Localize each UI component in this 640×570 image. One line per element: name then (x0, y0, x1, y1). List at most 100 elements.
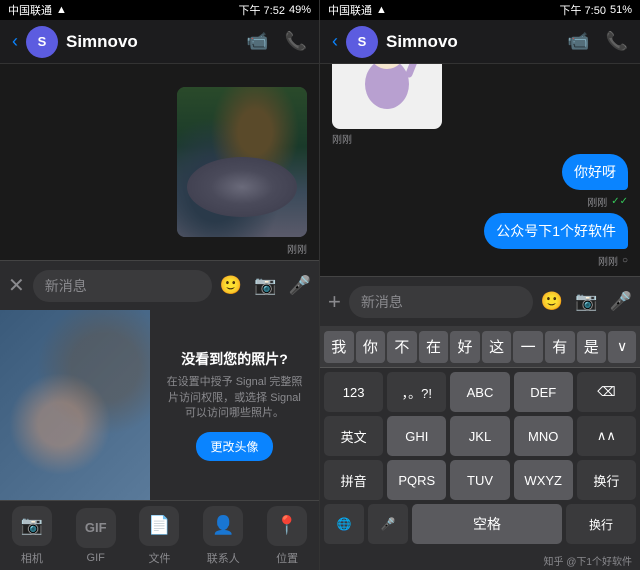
bubble-container: 你好呀 刚刚 ✓✓ 公众号下1个好软件 刚刚 ○ (332, 154, 628, 268)
location-label: 位置 (276, 550, 298, 566)
kb-key-english[interactable]: 英文 (324, 416, 383, 456)
kb-footer-text: 知乎 @下1个好软件 (544, 553, 633, 568)
kb-key-123[interactable]: 123 (324, 372, 383, 412)
quick-word-5[interactable]: 这 (482, 331, 512, 363)
left-mic-icon[interactable]: 🎤 (289, 275, 311, 296)
left-input-placeholder: 新消息 (45, 276, 87, 296)
quick-word-more[interactable]: ∨ (608, 331, 636, 363)
right-video-icon[interactable]: 📹 (567, 31, 589, 52)
kb-key-def[interactable]: DEF (514, 372, 573, 412)
no-photo-button[interactable]: 更改头像 (196, 432, 272, 461)
right-input-placeholder: 新消息 (361, 292, 403, 312)
quick-word-1[interactable]: 你 (356, 331, 386, 363)
right-status-bar: 中国联通 ▲ 下午 7:50 51% (320, 0, 640, 20)
no-photo-title: 没看到您的照片? (181, 349, 288, 369)
quick-word-8[interactable]: 是 (577, 331, 607, 363)
left-status-left: 中国联通 ▲ (8, 2, 67, 18)
bubble-1-ticks: ✓✓ (611, 196, 628, 207)
right-mic-icon[interactable]: 🎤 (610, 291, 632, 312)
left-camera-icon[interactable]: 📷 (254, 275, 276, 296)
right-nav-bar: ‹ S Simnovo 📹 📞 (320, 20, 640, 64)
left-sticker-icon[interactable]: 🙂 (220, 275, 242, 296)
contact-icon: 👤 (203, 506, 243, 546)
location-icon: 📍 (267, 506, 307, 546)
right-avatar: S (346, 26, 378, 58)
right-status-right: 下午 7:50 51% (560, 2, 633, 18)
media-gif[interactable]: GIF GIF (76, 508, 116, 564)
quick-word-0[interactable]: 我 (324, 331, 354, 363)
left-input-bar: ✕ 新消息 🙂 📷 🎤 (0, 260, 319, 310)
left-video-icon[interactable]: 📹 (246, 31, 268, 52)
right-status-left: 中国联通 ▲ (328, 2, 387, 18)
kb-key-abc[interactable]: ABC (450, 372, 509, 412)
left-chat-area: 刚刚 (0, 64, 319, 260)
quick-words-row: 我 你 不 在 好 这 一 有 是 ∨ (320, 326, 640, 368)
right-input-bar: + 新消息 🙂 📷 🎤 (320, 276, 640, 326)
right-chat-area: 刚刚 你好呀 刚刚 ✓✓ 公众号下1个好软件 刚刚 ○ (320, 64, 640, 276)
left-back-button[interactable]: ‹ (12, 31, 18, 52)
kb-key-delete[interactable]: ⌫ (577, 372, 636, 412)
kb-key-wxyz[interactable]: WXYZ (514, 460, 573, 500)
kb-key-jkl[interactable]: JKL (450, 416, 509, 456)
camera-icon: 📷 (12, 506, 52, 546)
kb-return-button[interactable]: 换行 (566, 504, 636, 544)
kb-row-3: 拼音 PQRS TUV WXYZ 换行 (324, 460, 636, 500)
kb-key-pinyin[interactable]: 拼音 (324, 460, 383, 500)
kb-footer: 知乎 @下1个好软件 (320, 550, 640, 570)
sticker-row: 刚刚 (332, 64, 628, 146)
contact-label: 联系人 (207, 550, 240, 566)
left-nav-bar: ‹ S Simnovo 📹 📞 (0, 20, 319, 64)
kb-row-2: 英文 GHI JKL MNO ∧∧ (324, 416, 636, 456)
left-input-field[interactable]: 新消息 (33, 270, 212, 302)
sticker-time: 刚刚 (332, 131, 442, 146)
left-status-bar: 中国联通 ▲ 下午 7:52 49% (0, 0, 319, 20)
kb-key-punct[interactable]: ，。?! (387, 372, 446, 412)
left-wifi-icon: ▲ (56, 4, 67, 16)
right-camera-icon[interactable]: 📷 (575, 291, 597, 312)
right-sticker-icon[interactable]: 🙂 (541, 291, 563, 312)
right-add-button[interactable]: + (328, 289, 341, 315)
file-label: 文件 (148, 550, 170, 566)
kb-mic-button[interactable]: 🎤 (368, 504, 408, 544)
media-location[interactable]: 📍 位置 (267, 506, 307, 566)
left-close-button[interactable]: ✕ (8, 273, 25, 298)
kb-key-switchlang[interactable]: 换行 (577, 460, 636, 500)
right-wifi-icon: ▲ (376, 4, 387, 16)
right-input-field[interactable]: 新消息 (349, 286, 533, 318)
right-back-button[interactable]: ‹ (332, 31, 338, 52)
kb-globe-button[interactable]: 🌐 (324, 504, 364, 544)
left-status-right: 下午 7:52 49% (239, 2, 312, 18)
left-time: 下午 7:52 (239, 2, 285, 18)
quick-word-2[interactable]: 不 (387, 331, 417, 363)
kb-key-ghi[interactable]: GHI (387, 416, 446, 456)
media-actions: 📷 相机 GIF GIF 📄 文件 👤 联系人 📍 位置 (0, 500, 319, 570)
kb-key-pqrs[interactable]: PQRS (387, 460, 446, 500)
quick-word-6[interactable]: 一 (513, 331, 543, 363)
gif-label: GIF (87, 552, 105, 564)
fish-image (177, 87, 307, 237)
camera-label: 相机 (21, 550, 43, 566)
kb-key-mno[interactable]: MNO (514, 416, 573, 456)
fish-image-inner (177, 87, 307, 237)
right-battery: 51% (610, 4, 632, 16)
quick-word-4[interactable]: 好 (450, 331, 480, 363)
right-time: 下午 7:50 (560, 2, 606, 18)
media-thumbnail[interactable] (0, 310, 150, 500)
kb-space-button[interactable]: 空格 (412, 504, 562, 544)
kb-key-tuv[interactable]: TUV (450, 460, 509, 500)
file-icon: 📄 (139, 506, 179, 546)
quick-word-3[interactable]: 在 (419, 331, 449, 363)
kb-key-caret[interactable]: ∧∧ (577, 416, 636, 456)
media-contact[interactable]: 👤 联系人 (203, 506, 243, 566)
media-file[interactable]: 📄 文件 (139, 506, 179, 566)
right-nav-icons: 📹 📞 (567, 31, 628, 52)
left-media-picker: 没看到您的照片? 在设置中授予 Signal 完整照片访问权限，或选择 Sign… (0, 310, 319, 570)
gif-icon: GIF (76, 508, 116, 548)
right-call-icon[interactable]: 📞 (606, 31, 628, 52)
bubble-2: 公众号下1个好软件 (484, 213, 628, 249)
bubble-1: 你好呀 (562, 154, 628, 190)
left-call-icon[interactable]: 📞 (285, 31, 307, 52)
keyboard-area: 我 你 不 在 好 这 一 有 是 ∨ 123 ，。?! ABC DEF ⌫ 英… (320, 326, 640, 570)
quick-word-7[interactable]: 有 (545, 331, 575, 363)
media-camera[interactable]: 📷 相机 (12, 506, 52, 566)
